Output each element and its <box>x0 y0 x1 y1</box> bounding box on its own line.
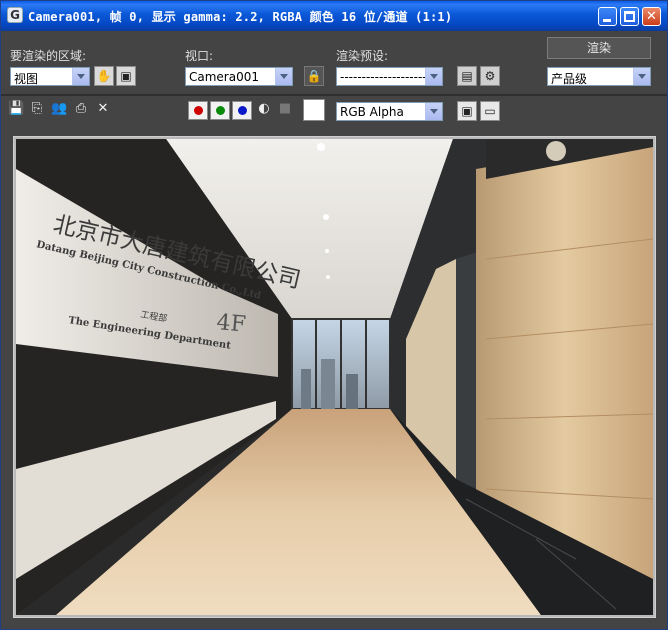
title-bar[interactable]: G Camera001, 帧 0, 显示 gamma: 2.2, RGBA 颜色… <box>1 1 667 31</box>
minimize-button[interactable] <box>598 7 617 26</box>
auto-region-button[interactable]: ▣ <box>116 66 136 86</box>
toggle-ui-button[interactable]: ▭ <box>480 101 500 121</box>
rendered-image: 北京市大唐建筑有限公司 Datang Beijing City Construc… <box>16 139 653 615</box>
corridor-render: 北京市大唐建筑有限公司 Datang Beijing City Construc… <box>16 139 653 615</box>
preset-value: -------------------- <box>340 70 427 84</box>
monochrome-icon[interactable]: ■ <box>277 101 293 117</box>
maximize-button[interactable] <box>620 7 639 26</box>
render-setup-button[interactable]: ▤ <box>457 66 477 86</box>
close-icon: ✕ <box>646 9 657 24</box>
color-swatch[interactable] <box>303 99 325 121</box>
channel-dropdown[interactable]: RGB Alpha <box>336 102 443 121</box>
chevron-down-icon[interactable] <box>425 68 442 85</box>
chevron-down-icon[interactable] <box>72 68 89 85</box>
area-label: 要渲染的区域: <box>10 49 87 63</box>
red-channel-button[interactable] <box>188 101 208 120</box>
preset-label: 渲染预设: <box>336 49 389 63</box>
viewport-value: Camera001 <box>189 70 259 84</box>
print-icon[interactable]: ⎙ <box>73 101 89 117</box>
edit-region-button[interactable]: ✋ <box>94 66 114 86</box>
region-frame-icon: ▣ <box>120 69 132 83</box>
channel-value: RGB Alpha <box>340 105 404 119</box>
toggle-ui-overlay-button[interactable]: ▣ <box>457 101 477 121</box>
green-channel-icon <box>216 106 225 115</box>
preset-dropdown[interactable]: -------------------- <box>336 67 443 86</box>
close-button[interactable]: ✕ <box>642 7 661 26</box>
lock-icon: 🔒 <box>306 69 322 83</box>
viewport-dropdown[interactable]: Camera001 <box>185 67 293 86</box>
environment-button[interactable]: ⚙ <box>480 66 500 86</box>
lock-viewport-button[interactable]: 🔒 <box>304 66 324 86</box>
gear-icon: ⚙ <box>484 69 496 83</box>
region-hand-icon: ✋ <box>96 69 112 83</box>
app-icon[interactable]: G <box>7 7 23 23</box>
render-frame-window: G Camera001, 帧 0, 显示 gamma: 2.2, RGBA 颜色… <box>0 0 668 630</box>
render-setup-icon: ▤ <box>461 69 473 83</box>
copy-image-icon[interactable]: ⎘ <box>29 101 45 117</box>
chevron-down-icon[interactable] <box>633 68 650 85</box>
green-channel-button[interactable] <box>210 101 230 120</box>
window-icon: ▭ <box>484 104 496 118</box>
window-title: Camera001, 帧 0, 显示 gamma: 2.2, RGBA 颜色 1… <box>28 10 453 24</box>
clone-window-icon[interactable]: 👥 <box>51 101 67 117</box>
maximize-icon <box>624 11 635 22</box>
viewport-label: 视口: <box>185 49 214 63</box>
blue-channel-icon <box>238 106 247 115</box>
overlay-icon: ▣ <box>461 104 473 118</box>
area-value: 视图 <box>14 72 39 86</box>
red-channel-icon <box>194 106 203 115</box>
render-button[interactable]: 渲染 <box>547 37 651 59</box>
alpha-channel-icon[interactable]: ◐ <box>256 101 272 117</box>
clear-icon[interactable]: ✕ <box>95 101 111 117</box>
chevron-down-icon[interactable] <box>425 103 442 120</box>
blue-channel-button[interactable] <box>232 101 252 120</box>
chevron-down-icon[interactable] <box>275 68 292 85</box>
floor-number: 4F <box>215 310 246 337</box>
quality-dropdown[interactable]: 产品级 <box>547 67 651 86</box>
quality-value: 产品级 <box>551 72 588 86</box>
save-image-icon[interactable]: 💾 <box>8 101 24 117</box>
render-viewport[interactable]: 北京市大唐建筑有限公司 Datang Beijing City Construc… <box>13 136 656 618</box>
minimize-icon <box>603 19 611 22</box>
area-dropdown[interactable]: 视图 <box>10 67 90 86</box>
